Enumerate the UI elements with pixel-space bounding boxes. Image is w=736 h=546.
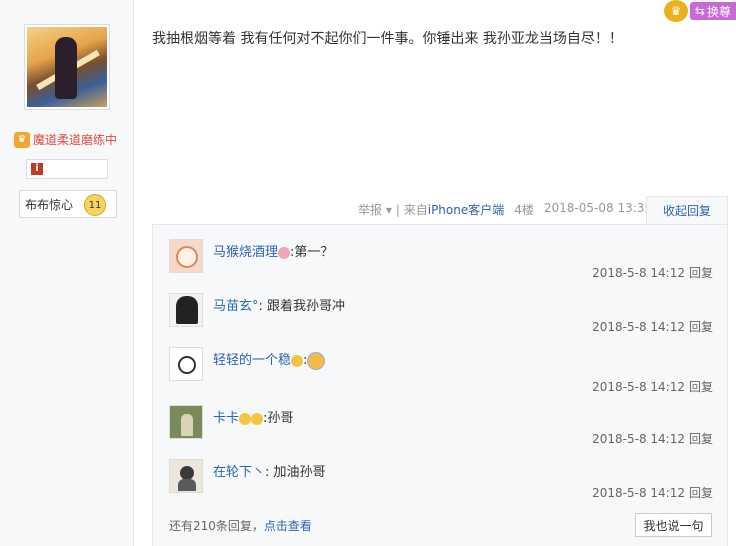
post-datetime: 2018-05-08 13:35: [543, 201, 653, 215]
reply-username[interactable]: 卡卡: [213, 411, 239, 426]
chevron-down-icon: ▾: [385, 203, 392, 217]
reply-button[interactable]: 回复: [689, 380, 713, 394]
info-icon: i: [31, 163, 43, 175]
hand-icon: [239, 412, 252, 425]
reply-text: :第一？: [290, 245, 334, 260]
post-content: 我抽根烟等着 我有任何对不起你们一件事。你锤出来 我孙亚龙当场自尽！！: [152, 31, 623, 47]
reply-button[interactable]: 回复: [689, 486, 713, 500]
hand-icon: [251, 412, 264, 425]
reply-text: : 加油孙哥: [265, 465, 326, 480]
say-something-button[interactable]: 我也说一句: [635, 513, 712, 537]
level-badge: 11: [84, 194, 106, 216]
reply-button[interactable]: 回复: [689, 320, 713, 334]
collapse-replies-button[interactable]: 收起回复: [646, 196, 728, 224]
level-name: 布布惊心: [25, 197, 74, 212]
author-column: ♛ 魔道柔道磨练中 i 布布惊心 11: [0, 0, 134, 546]
reply-button[interactable]: 回复: [689, 432, 713, 446]
swap-icon: ⇆: [694, 4, 705, 18]
reply-text: :孙哥: [263, 411, 294, 426]
cheeky-face-icon: [291, 354, 304, 367]
report-link[interactable]: 举报 ▾: [358, 201, 392, 218]
post-meta: 举报 ▾ | 来自 iPhone客户端 4楼 2018-05-08 13:35: [358, 201, 652, 218]
author-avatar[interactable]: [24, 24, 110, 110]
reply-button[interactable]: 回复: [689, 266, 713, 280]
avatar[interactable]: [169, 405, 203, 439]
reply-username[interactable]: 在轮下丶: [213, 465, 265, 480]
reply-time: 2018-5-8 14:12: [592, 432, 685, 446]
client-link[interactable]: iPhone客户端: [428, 201, 505, 218]
more-replies: 还有210条回复，点击查看: [169, 517, 312, 534]
floor-number: 4楼: [514, 203, 534, 217]
avatar-image: [27, 27, 107, 107]
avatar[interactable]: [169, 239, 203, 273]
swap-label: 换尊: [706, 4, 731, 19]
reply-time: 2018-5-8 14:12: [592, 320, 685, 334]
reply-username[interactable]: 马猴烧酒理: [213, 245, 278, 260]
avatar[interactable]: [169, 459, 203, 493]
reply-username[interactable]: 马苗玄°: [213, 299, 259, 314]
flower-icon: [278, 246, 291, 259]
swap-badge[interactable]: ⇆ 换尊: [689, 2, 736, 20]
more-replies-count: 还有210条回复，: [169, 519, 264, 533]
level-box[interactable]: 布布惊心 11: [19, 190, 117, 218]
view-more-link[interactable]: 点击查看: [264, 519, 312, 533]
top-badges: ♛ ⇆ 换尊: [663, 0, 736, 22]
info-box[interactable]: i: [26, 159, 108, 179]
avatar[interactable]: [169, 293, 203, 327]
crown-icon: ♛: [14, 131, 30, 148]
reply-time: 2018-5-8 14:12: [592, 380, 685, 394]
reply-username[interactable]: 轻轻的一个稳: [213, 353, 291, 368]
reply-time: 2018-5-8 14:12: [592, 266, 685, 280]
reply-box: 马猴烧酒理:第一？ 2018-5-8 14:12 回复 马苗玄°: 跟着我孙哥冲 …: [152, 224, 728, 546]
member-title[interactable]: 魔道柔道磨练中: [33, 131, 117, 148]
reply-text: : 跟着我孙哥冲: [258, 299, 346, 314]
reply-time: 2018-5-8 14:12: [592, 486, 685, 500]
avatar[interactable]: [169, 347, 203, 381]
bell-icon: [307, 351, 326, 370]
member-title-line[interactable]: ♛ 魔道柔道磨练中: [14, 131, 117, 148]
from-prefix: | 来自: [395, 203, 428, 217]
crown-icon[interactable]: ♛: [663, 0, 688, 22]
